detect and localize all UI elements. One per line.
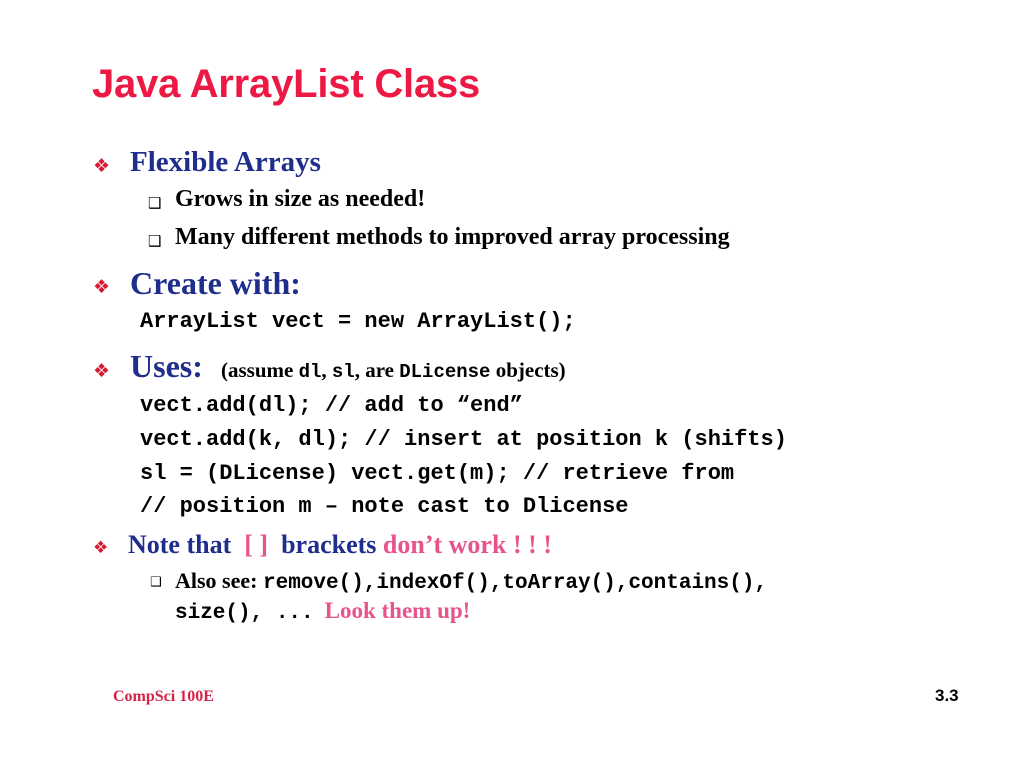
note-that-line: Note that [ ] brackets don’t work ! ! ! [128, 530, 552, 560]
square-bullet-icon: ❑ [148, 194, 162, 212]
code-row-add-end: vect.add(dl); // add to “end” [0, 393, 1024, 427]
code-line-retrieve-get: sl = (DLicense) vect.get(m); // retrieve… [140, 461, 735, 486]
uses-assumption-note: (assume dl, sl, are DLicense objects) [221, 358, 566, 383]
code-line-arraylist-declaration: ArrayList vect = new ArrayList(); [140, 309, 576, 334]
slide: Java ArrayList Class ❖ Flexible Arrays ❑… [0, 0, 1024, 768]
page-title: Java ArrayList Class [92, 60, 480, 108]
square-bullet-icon: ❑ [148, 232, 162, 250]
note-that-brackets-word: brackets [281, 530, 377, 559]
look-them-up-text: Look them up! [324, 598, 471, 623]
note-that-exclamations: ! ! ! [512, 530, 552, 559]
uses-note-sep2: , are [354, 358, 400, 382]
bullet-row-create-with: ❖ Create with: [0, 265, 1024, 309]
diamond-bullet-icon: ❖ [93, 538, 109, 558]
bullet-row-note-that: ❖ Note that [ ] brackets don’t work ! ! … [0, 530, 1024, 568]
bullet-row-flexible-arrays: ❖ Flexible Arrays [0, 146, 1024, 186]
bullet-label-grows-in-size: Grows in size as needed! [175, 186, 426, 212]
bullet-label-many-methods: Many different methods to improved array… [175, 224, 730, 250]
bullet-row-uses: ❖ Uses: (assume dl, sl, are DLicense obj… [0, 348, 1024, 393]
identifier-dlicense: DLicense [399, 361, 491, 383]
page-title-text: Java ArrayList Class [92, 62, 481, 106]
bullet-row-grows-in-size: ❑ Grows in size as needed! [0, 186, 1024, 224]
code-line-add-to-end: vect.add(dl); // add to “end” [140, 393, 523, 418]
identifier-dl: dl [298, 361, 322, 383]
uses-note-sep1: , [321, 358, 332, 382]
also-see-size-method: size(), ... [175, 602, 314, 625]
code-row-add-k: vect.add(k, dl); // insert at position k… [0, 427, 1024, 461]
code-row-create: ArrayList vect = new ArrayList(); [0, 309, 1024, 349]
diamond-bullet-icon: ❖ [93, 155, 111, 177]
footer-page-number: 3.3 [935, 686, 959, 705]
diamond-bullet-icon: ❖ [93, 360, 111, 382]
code-row-comment: // position m – note cast to Dlicense [0, 494, 1024, 530]
identifier-sl: sl [331, 361, 355, 383]
also-see-method-list: remove(),indexOf(),toArray(),contains(), [262, 572, 768, 595]
note-that-prefix: Note that [128, 530, 232, 559]
code-line-cast-comment: // position m – note cast to Dlicense [140, 494, 629, 519]
also-see-label: Also see: [175, 568, 258, 593]
code-line-insert-at-position: vect.add(k, dl); // insert at position k… [140, 427, 787, 452]
square-bullet-icon: ❑ [150, 575, 162, 590]
bullet-label-create-with: Create with: [130, 265, 301, 301]
code-row-get: sl = (DLicense) vect.get(m); // retrieve… [0, 461, 1024, 494]
slide-body: ❖ Flexible Arrays ❑ Grows in size as nee… [0, 146, 1024, 632]
bullet-row-also-see: ❑ Also see: remove(),indexOf(),toArray()… [0, 568, 1024, 598]
uses-note-prefix: (assume [221, 358, 299, 382]
bullet-row-many-methods: ❑ Many different methods to improved arr… [0, 224, 1024, 265]
also-see-line: Also see: remove(),indexOf(),toArray(),c… [175, 568, 767, 595]
footer-course-label: CompSci 100E [113, 688, 214, 705]
brackets-symbol: [ ] [244, 530, 269, 559]
bullet-label-uses: Uses: [130, 348, 203, 384]
note-that-dont-work: don’t work [382, 530, 507, 559]
bullet-row-also-see-continued: size(), ... Look them up! [0, 598, 1024, 632]
bullet-label-flexible-arrays: Flexible Arrays [130, 146, 321, 178]
diamond-bullet-icon: ❖ [93, 276, 111, 298]
uses-note-suffix: objects) [490, 358, 566, 382]
also-see-second-line: size(), ... Look them up! [175, 598, 470, 625]
